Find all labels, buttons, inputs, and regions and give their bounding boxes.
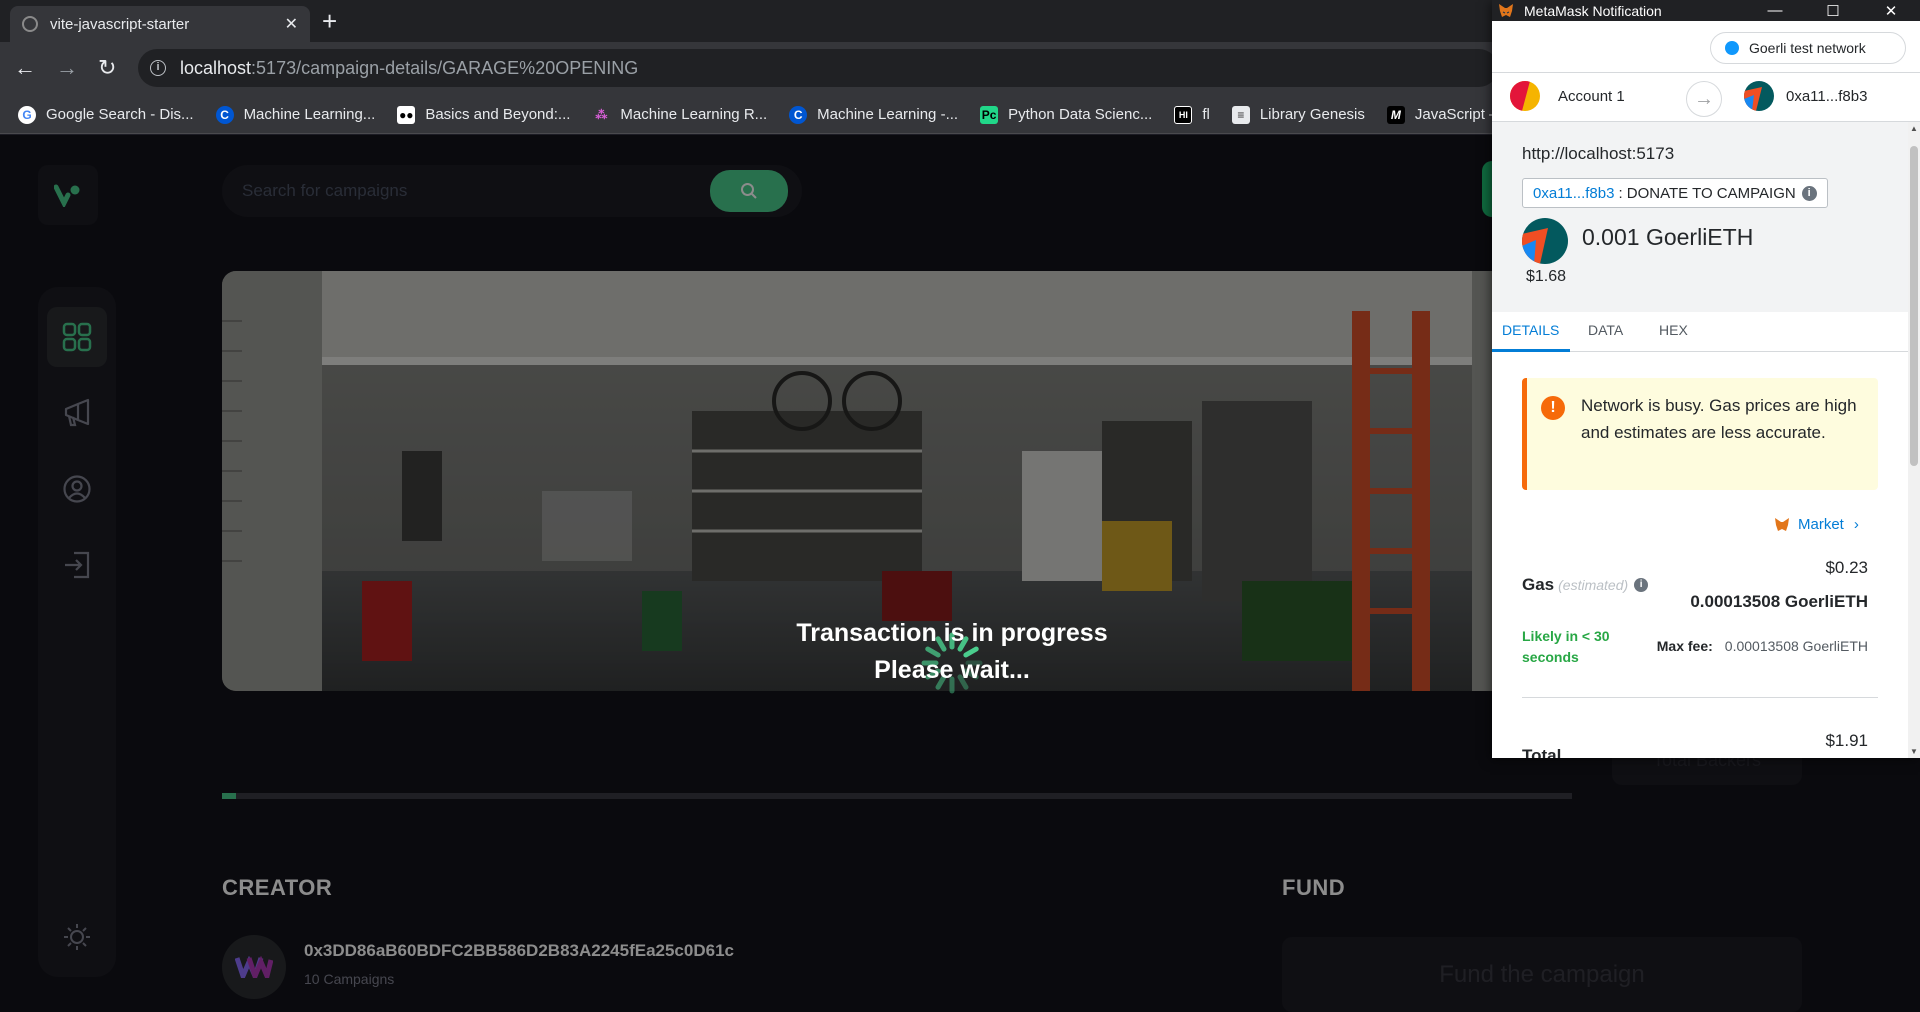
metamask-fox-icon [1499,3,1513,17]
metamask-window-title: MetaMask Notification [1524,2,1662,19]
recipient-address: 0xa11...f8b3 [1786,87,1868,105]
network-name: Goerli test network [1749,40,1866,56]
bookmark-label: Basics and Beyond:... [425,106,571,123]
browser-tab[interactable]: vite-javascript-starter ✕ [10,6,310,42]
mdn-icon: M [1386,105,1405,124]
scroll-down-icon[interactable]: ▼ [1908,747,1920,756]
bookmark-item[interactable]: C Machine Learning... [215,105,376,124]
google-icon: G [18,105,36,124]
recipient-account[interactable]: 0xa11...f8b3 [1744,81,1867,111]
bookmark-item[interactable]: Pc Python Data Scienc... [980,105,1153,124]
metamask-scrollbar[interactable]: ▲ ▼ [1908,122,1920,758]
bookmark-item[interactable]: G Google Search - Dis... [18,105,194,124]
bookmark-item[interactable]: C Machine Learning -... [789,105,959,124]
loader-message: Transaction is in progress Please wait..… [722,615,1182,689]
gas-label: Gas [1522,575,1555,594]
account-avatar-icon [1510,81,1540,111]
bookmark-label: fl [1202,106,1210,123]
bookmark-item[interactable]: ≡ Library Genesis [1231,105,1365,124]
contract-address-link[interactable]: 0xa11...f8b3 [1533,185,1614,202]
bookmark-item[interactable]: ●● Basics and Beyond:... [397,105,571,124]
divider [1522,697,1878,698]
forward-icon[interactable]: → [56,56,78,80]
arrow-right-icon: → [1686,81,1722,117]
tab-details[interactable]: DETAILS [1502,322,1559,338]
globe-icon [22,16,38,32]
bookmark-label: Python Data Scienc... [1008,106,1153,123]
new-tab-button[interactable]: + [322,8,337,34]
reload-icon[interactable]: ↻ [98,56,116,80]
loader-line-1: Transaction is in progress [796,619,1108,647]
close-tab-icon[interactable]: ✕ [285,14,298,34]
network-dot-icon [1725,41,1739,55]
warning-text: Network is busy. Gas prices are high and… [1581,396,1857,442]
total-label: Total [1522,746,1562,758]
maximize-icon[interactable]: ☐ [1804,2,1862,20]
pycharm-icon: Pc [980,105,999,124]
pattern-icon: ⁂ [595,107,608,122]
scroll-up-icon[interactable]: ▲ [1908,124,1920,133]
token-avatar-icon [1522,218,1568,264]
max-fee-value: 0.00013508 GoerliETH [1724,638,1868,654]
bookmark-label: Google Search - Dis... [46,106,194,123]
gas-time-estimate: Likely in < 30 seconds [1522,628,1610,665]
loader-line-2: Please wait... [874,656,1030,684]
bookmark-label: Machine Learning R... [620,106,768,123]
warning-icon: ! [1541,396,1565,420]
url-host: localhost [180,57,252,78]
gas-eth: 0.00013508 GoerliETH [1690,592,1868,611]
transaction-summary: http://localhost:5173 0xa11...f8b3 : DON… [1492,122,1908,312]
recipient-avatar-icon [1744,81,1774,111]
bookmark-item[interactable]: ⁂ Machine Learning R... [592,106,767,124]
network-busy-warning: ! Network is busy. Gas prices are high a… [1522,378,1878,490]
tab-data[interactable]: DATA [1588,322,1623,338]
contract-method: 0xa11...f8b3 : DONATE TO CAMPAIGN i [1522,178,1828,208]
gas-label-row: Gas (estimated) i [1522,575,1649,595]
gas-info-icon[interactable]: i [1634,578,1649,592]
minimize-icon[interactable]: — [1746,2,1804,19]
chevron-right-icon: › [1853,516,1859,533]
back-icon[interactable]: ← [14,56,36,80]
transaction-amount: 0.001 GoerliETH [1582,224,1754,250]
transaction-amount-fiat: $1.68 [1526,268,1567,285]
window-close-icon[interactable]: ✕ [1862,2,1920,20]
book-icon: ≡ [1231,105,1250,124]
scrollbar-thumb[interactable] [1910,146,1918,466]
max-fee-row: Max fee: 0.00013508 GoerliETH [1657,638,1868,654]
address-bar[interactable]: i localhost:5173/campaign-details/GARAGE… [138,49,1498,87]
transaction-tabs: DETAILS DATA HEX [1492,312,1908,352]
coursera-icon: C [789,105,808,124]
url-path: :5173/campaign-details/GARAGE%20OPENING [251,57,639,78]
metamask-window: MetaMask Notification — ☐ ✕ Goerli test … [1492,0,1920,758]
max-fee-label: Max fee: [1656,638,1713,654]
coursera-icon: C [215,105,234,124]
fox-icon [1775,517,1789,531]
sender-account[interactable]: Account 1 [1510,81,1625,111]
tab-title: vite-javascript-starter [50,15,190,33]
sender-account-name: Account 1 [1558,87,1625,105]
market-label: Market [1798,516,1844,533]
bookmark-label: Machine Learning -... [817,106,959,123]
method-name: : DONATE TO CAMPAIGN [1618,184,1796,202]
info-icon[interactable]: i [1801,185,1817,201]
bookmark-item[interactable]: HI fl [1174,105,1210,124]
gas-fiat: $0.23 [1825,558,1868,577]
total-fiat: $1.91 [1825,731,1868,750]
tab-hex[interactable]: HEX [1659,322,1688,338]
active-tab-underline [1492,349,1570,352]
request-origin: http://localhost:5173 [1522,144,1675,163]
site-info-icon[interactable]: i [150,60,166,76]
sender-recipient-row: Account 1 → 0xa11...f8b3 [1492,72,1920,122]
network-selector[interactable]: Goerli test network [1710,32,1906,64]
gas-estimated-label: (estimated) [1558,577,1629,593]
bookmark-label: Library Genesis [1259,106,1365,123]
gas-fee-market-button[interactable]: Market › [1774,516,1859,533]
bookmark-label: Machine Learning... [243,106,376,123]
metamask-titlebar: MetaMask Notification — ☐ ✕ [1492,0,1920,21]
medium-icon: ●● [397,105,416,124]
hashnode-icon: HI [1174,105,1193,124]
